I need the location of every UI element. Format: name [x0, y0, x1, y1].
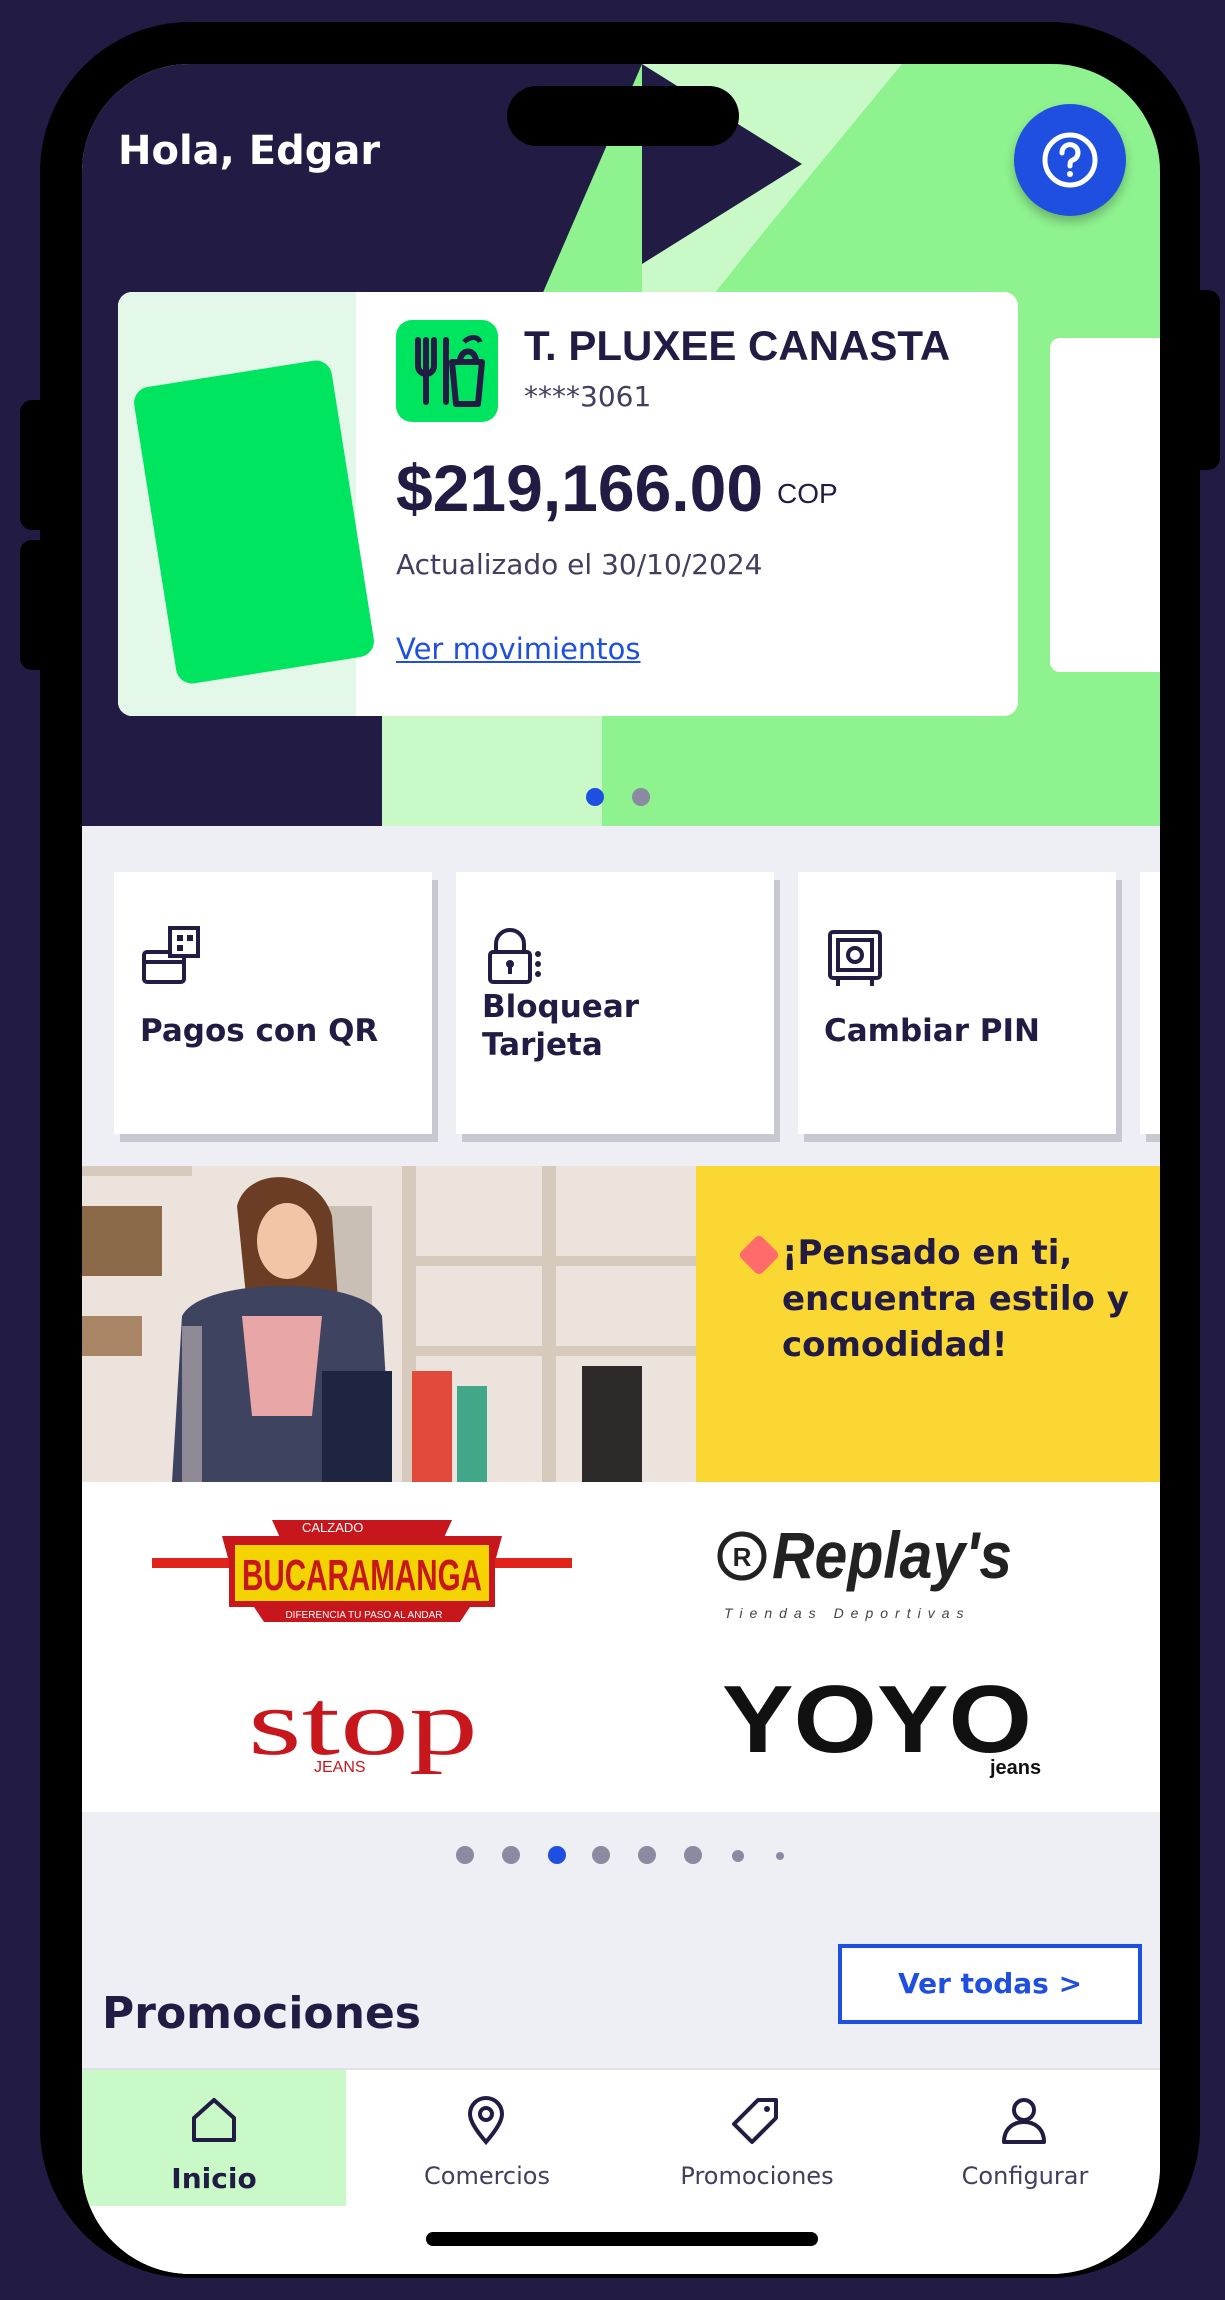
- card-number: ****3061: [524, 380, 652, 413]
- card-carousel-dot-active[interactable]: [586, 788, 604, 806]
- banner-carousel-dot[interactable]: [502, 1846, 520, 1864]
- banner-carousel-dot[interactable]: [456, 1846, 474, 1864]
- qr-payments-button[interactable]: Pagos con QR: [114, 872, 432, 1134]
- card-balance: $219,166.00 COP: [396, 450, 838, 526]
- banner-carousel-dot-active[interactable]: [548, 1846, 566, 1864]
- balance-amount: $219,166.00: [396, 451, 764, 525]
- tab-label: Promociones: [680, 2162, 834, 2190]
- phone-side-button: [20, 540, 60, 670]
- tab-label: Comercios: [424, 2162, 550, 2190]
- banner-carousel-dot[interactable]: [732, 1850, 744, 1862]
- banner-carousel-dot[interactable]: [638, 1846, 656, 1864]
- user-icon: [1002, 2098, 1046, 2144]
- stop-jeans-logo: stop JEANS: [248, 1671, 478, 1776]
- app-screen: Hola, Edgar T. PLUXEE CANASTA ****3061 $…: [82, 64, 1160, 2274]
- view-movements-link[interactable]: Ver movimientos: [396, 632, 641, 666]
- see-all-promotions-button[interactable]: Ver todas >: [838, 1944, 1142, 2024]
- brand-logos-art: BUCARAMANGA CALZADO DIFERENCIA TU PASO A…: [152, 1518, 1041, 1779]
- tab-inicio[interactable]: Inicio: [82, 2070, 346, 2206]
- tag-icon: [732, 2098, 778, 2144]
- food-basket-icon: [396, 320, 498, 422]
- home-indicator[interactable]: [426, 2232, 818, 2246]
- banner-carousel-dot[interactable]: [776, 1852, 784, 1860]
- help-button[interactable]: [1014, 104, 1126, 216]
- balance-currency: COP: [777, 477, 838, 509]
- phone-notch: [507, 86, 739, 146]
- bucaramanga-bottom-text: DIFERENCIA TU PASO AL ANDAR: [285, 1610, 442, 1621]
- replays-logo: R Replay's Tiendas Deportivas: [717, 1518, 1012, 1621]
- card-title: T. PLUXEE CANASTA: [524, 322, 951, 369]
- brand-logos: BUCARAMANGA CALZADO DIFERENCIA TU PASO A…: [82, 1482, 1160, 1812]
- yoyo-jeans-logo: YOYO jeans: [722, 1666, 1041, 1779]
- card-carousel-dot[interactable]: [632, 788, 650, 806]
- promotions-heading: Promociones: [102, 1988, 421, 2039]
- qr-pay-icon: [142, 926, 200, 984]
- tab-configurar[interactable]: Configurar: [890, 2070, 1160, 2206]
- bucaramanga-top-text: CALZADO: [302, 1520, 363, 1535]
- safe-icon: [828, 930, 882, 986]
- bucaramanga-brand-text: BUCARAMANGA: [242, 1551, 482, 1600]
- banner-carousel-dot[interactable]: [592, 1846, 610, 1864]
- banner-photo: [82, 1166, 696, 1482]
- phone-side-button: [20, 400, 60, 530]
- change-pin-button[interactable]: Cambiar PIN: [798, 872, 1116, 1134]
- yoyo-sub-text: jeans: [989, 1757, 1041, 1779]
- balance-card[interactable]: T. PLUXEE CANASTA ****3061 $219,166.00 CO…: [118, 292, 1018, 716]
- home-icon: [192, 2098, 236, 2142]
- question-circle-icon: [1042, 132, 1098, 188]
- tab-comercios[interactable]: Comercios: [352, 2070, 622, 2206]
- quick-action-label: Pagos con QR: [140, 1013, 379, 1049]
- lock-icon: [488, 928, 541, 984]
- yoyo-brand-text: YOYO: [722, 1666, 1032, 1773]
- banner-carousel-dot[interactable]: [684, 1846, 702, 1864]
- next-card-peek[interactable]: [1050, 338, 1160, 672]
- quick-action-label: Bloquear Tarjeta: [482, 989, 640, 1063]
- replays-sub-text: Tiendas Deportivas: [724, 1605, 971, 1621]
- phone-side-button: [1180, 290, 1220, 470]
- quick-action-label: Cambiar PIN: [824, 1013, 1040, 1049]
- header-hero: Hola, Edgar T. PLUXEE CANASTA ****3061 $…: [82, 64, 1160, 826]
- tab-label: Inicio: [171, 2162, 257, 2195]
- stop-sub-text: JEANS: [314, 1759, 366, 1776]
- replays-brand-text: Replay's: [772, 1518, 1012, 1592]
- more-actions-peek[interactable]: [1140, 872, 1160, 1134]
- banner-headline: ¡Pensado en ti, encuentra estilo y comod…: [782, 1233, 1129, 1365]
- tab-label: Configurar: [961, 2162, 1089, 2190]
- tab-promociones[interactable]: Promociones: [622, 2070, 892, 2206]
- svg-text:R: R: [733, 1542, 752, 1572]
- greeting-text: Hola, Edgar: [118, 128, 381, 174]
- card-updated-date: Actualizado el 30/10/2024: [396, 548, 763, 581]
- block-card-button[interactable]: Bloquear Tarjeta: [456, 872, 774, 1134]
- promo-banner[interactable]: ¡Pensado en ti, encuentra estilo y comod…: [82, 1166, 1160, 1482]
- map-pin-icon: [467, 2096, 505, 2146]
- bucaramanga-logo: BUCARAMANGA CALZADO DIFERENCIA TU PASO A…: [152, 1520, 572, 1622]
